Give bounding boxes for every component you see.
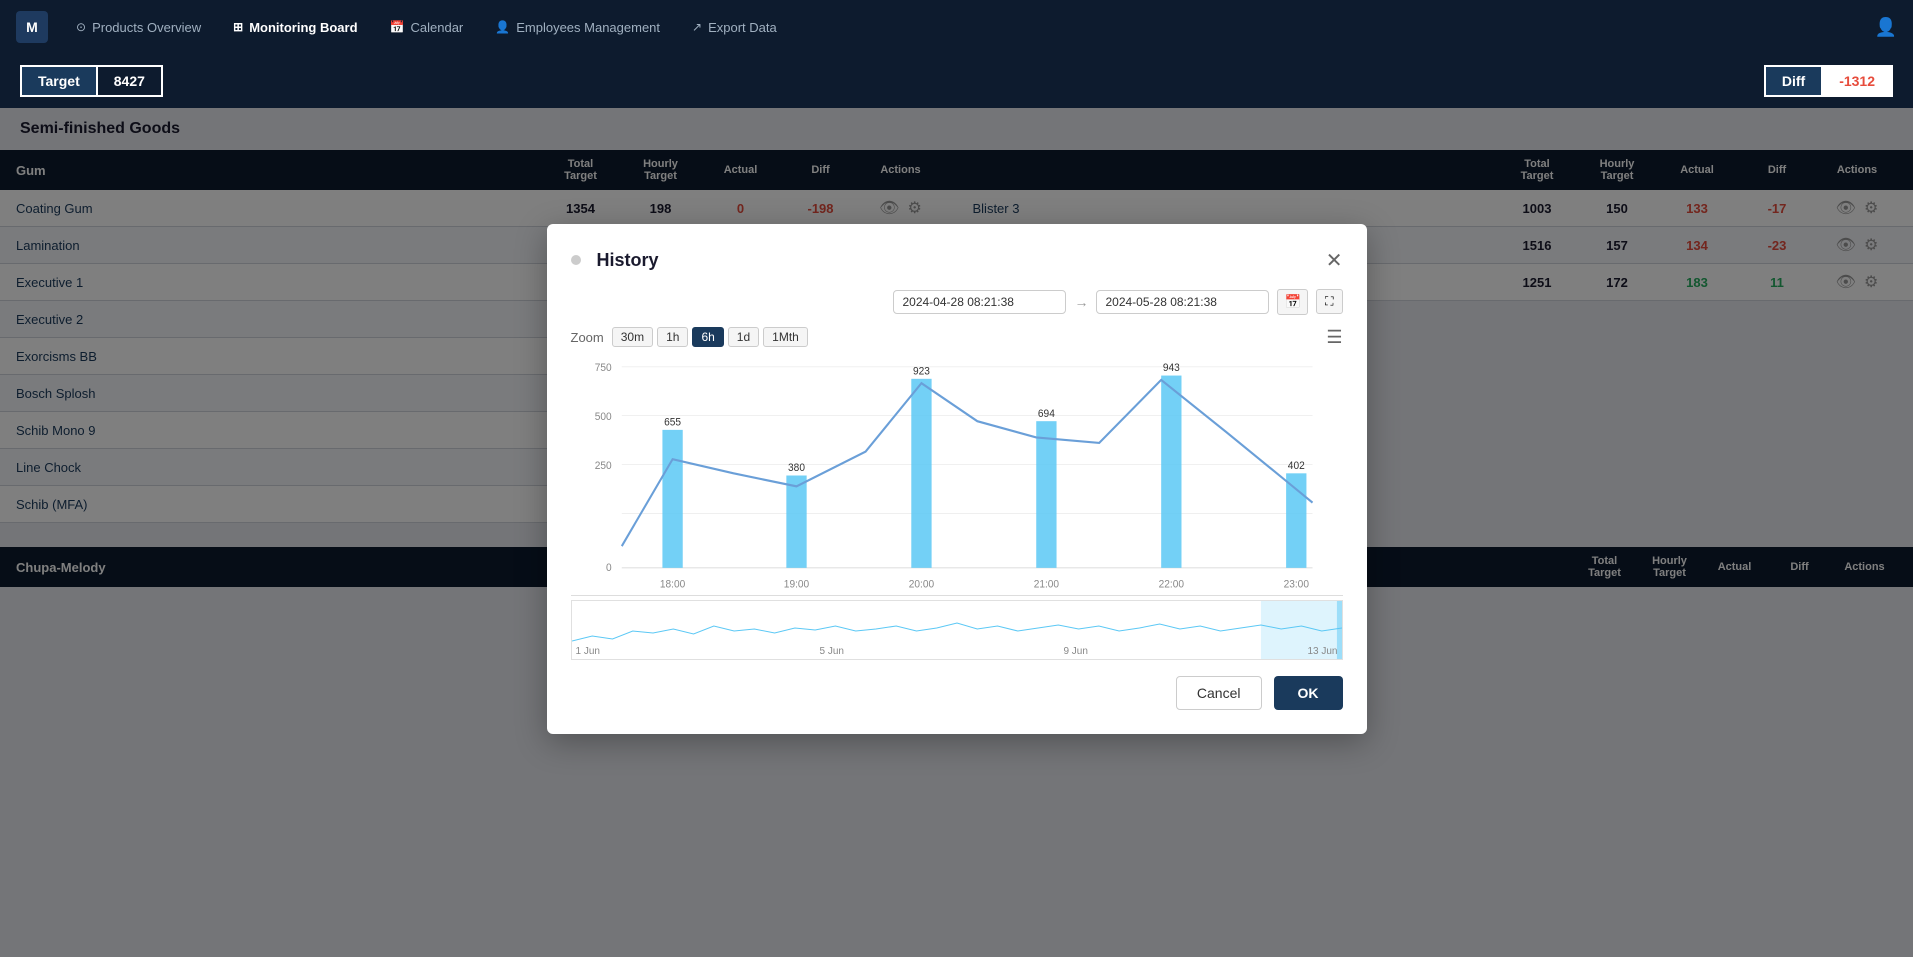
mini-label-4: 13 Jun — [1307, 646, 1337, 657]
nav-products-overview[interactable]: ⊙ Products Overview — [64, 14, 213, 41]
target-box: Target 8427 — [20, 65, 163, 97]
cancel-button[interactable]: Cancel — [1176, 676, 1262, 710]
svg-text:20:00: 20:00 — [908, 578, 934, 590]
svg-text:23:00: 23:00 — [1283, 578, 1309, 590]
nav-monitoring-board[interactable]: ⊞ Monitoring Board — [221, 14, 369, 41]
svg-text:402: 402 — [1287, 459, 1304, 471]
zoom-1h[interactable]: 1h — [657, 327, 688, 347]
chart-area: 750 500 250 0 18:00 19:00 20:00 21:00 22… — [571, 356, 1343, 596]
nav-export[interactable]: ↗ Export Data — [680, 14, 789, 41]
modal-close-button[interactable]: ✕ — [1326, 248, 1343, 273]
calendar-picker-button[interactable]: 📅 — [1277, 289, 1308, 315]
sub-header: Target 8427 Diff -1312 — [0, 54, 1913, 108]
svg-text:21:00: 21:00 — [1033, 578, 1059, 590]
modal-title: History — [597, 250, 659, 271]
target-label: Target — [22, 67, 98, 95]
date-to-input[interactable] — [1096, 290, 1269, 314]
svg-text:655: 655 — [664, 416, 681, 428]
mini-chart-area[interactable]: 1 Jun 5 Jun 9 Jun 13 Jun — [571, 600, 1343, 660]
calendar-icon: 📅 — [390, 20, 405, 34]
svg-text:250: 250 — [594, 459, 611, 471]
zoom-1d[interactable]: 1d — [728, 327, 759, 347]
diff-box: Diff -1312 — [1764, 65, 1893, 97]
chart-menu-icon[interactable]: ☰ — [1326, 327, 1342, 348]
export-icon: ↗ — [692, 20, 702, 34]
modal-header: History ✕ — [571, 248, 1343, 273]
zoom-6h[interactable]: 6h — [692, 327, 723, 347]
monitoring-icon: ⊞ — [233, 20, 243, 34]
zoom-30m[interactable]: 30m — [612, 327, 653, 347]
modal-date-row: → 📅 ⛶ — [571, 289, 1343, 315]
app-logo: M — [16, 11, 48, 43]
svg-text:0: 0 — [605, 561, 611, 573]
date-from-input[interactable] — [893, 290, 1066, 314]
main-content: Semi-finished Goods Gum TotalTarget Hour… — [0, 108, 1913, 957]
svg-text:750: 750 — [594, 361, 611, 373]
diff-label: Diff — [1764, 65, 1821, 97]
employees-icon: 👤 — [495, 20, 510, 34]
ok-button[interactable]: OK — [1274, 676, 1343, 710]
svg-text:943: 943 — [1162, 361, 1179, 373]
zoom-label: Zoom — [571, 330, 604, 345]
svg-text:19:00: 19:00 — [783, 578, 809, 590]
modal-overlay: History ✕ → 📅 ⛶ Zoom 30m 1h 6h 1d 1Mth ☰ — [0, 108, 1913, 957]
date-arrow-icon: → — [1074, 294, 1088, 310]
products-icon: ⊙ — [76, 20, 86, 34]
svg-text:923: 923 — [912, 365, 929, 377]
modal-zoom-row: Zoom 30m 1h 6h 1d 1Mth ☰ — [571, 327, 1343, 348]
top-navigation: M ⊙ Products Overview ⊞ Monitoring Board… — [0, 0, 1913, 54]
mini-label-3: 9 Jun — [1063, 646, 1087, 657]
svg-text:380: 380 — [788, 461, 805, 473]
mini-label-1: 1 Jun — [576, 646, 600, 657]
target-value: 8427 — [98, 67, 161, 95]
svg-text:22:00: 22:00 — [1158, 578, 1184, 590]
modal-dot-indicator — [571, 255, 581, 265]
diff-value: -1312 — [1821, 65, 1893, 97]
mini-label-2: 5 Jun — [819, 646, 843, 657]
svg-text:500: 500 — [594, 410, 611, 422]
nav-employees[interactable]: 👤 Employees Management — [483, 14, 672, 41]
user-avatar[interactable]: 👤 — [1875, 17, 1897, 38]
modal-footer: Cancel OK — [571, 676, 1343, 710]
chart-svg: 750 500 250 0 18:00 19:00 20:00 21:00 22… — [571, 356, 1343, 595]
zoom-1mth[interactable]: 1Mth — [763, 327, 808, 347]
nav-calendar[interactable]: 📅 Calendar — [378, 14, 476, 41]
svg-text:18:00: 18:00 — [659, 578, 685, 590]
fullscreen-button[interactable]: ⛶ — [1316, 289, 1342, 314]
history-modal: History ✕ → 📅 ⛶ Zoom 30m 1h 6h 1d 1Mth ☰ — [547, 224, 1367, 734]
svg-text:694: 694 — [1037, 407, 1054, 419]
